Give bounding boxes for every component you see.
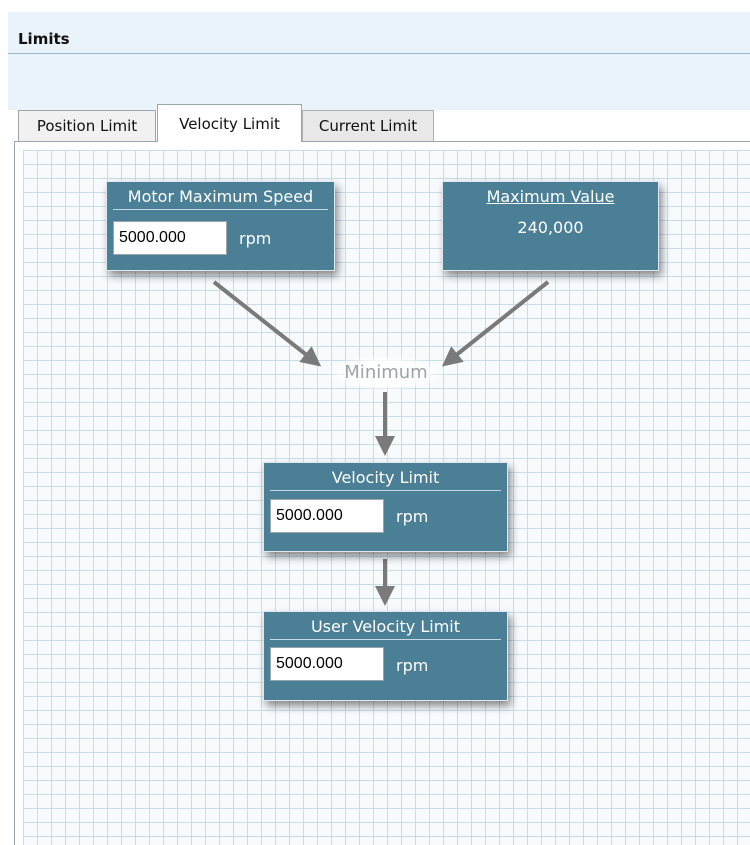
motor-max-speed-title: Motor Maximum Speed — [113, 185, 328, 210]
tab-current-limit[interactable]: Current Limit — [302, 110, 434, 141]
velocity-limit-input[interactable] — [270, 499, 384, 533]
tab-velocity-limit[interactable]: Velocity Limit — [157, 104, 302, 142]
velocity-limit-unit: rpm — [396, 507, 429, 526]
minimum-operator-label: Minimum — [328, 355, 444, 391]
maximum-value-link[interactable]: Maximum Value — [449, 185, 652, 209]
panel-title: Limits — [18, 30, 70, 48]
motor-max-speed-unit: rpm — [239, 229, 272, 248]
tab-strip-background — [8, 54, 750, 110]
velocity-limit-title: Velocity Limit — [270, 466, 501, 491]
panel-title-bar: Limits — [8, 12, 750, 54]
maximum-value-node: Maximum Value 240,000 — [442, 181, 659, 271]
user-velocity-limit-title: User Velocity Limit — [270, 615, 501, 640]
tab-position-limit[interactable]: Position Limit — [18, 110, 156, 141]
user-velocity-limit-input[interactable] — [270, 647, 384, 681]
motor-max-speed-input[interactable] — [113, 221, 227, 255]
user-velocity-limit-unit: rpm — [396, 656, 429, 675]
maximum-value-text: 240,000 — [517, 218, 584, 237]
velocity-limit-node: Velocity Limit rpm — [263, 462, 508, 552]
motor-max-speed-node: Motor Maximum Speed rpm — [106, 181, 335, 271]
user-velocity-limit-node: User Velocity Limit rpm — [263, 611, 508, 701]
